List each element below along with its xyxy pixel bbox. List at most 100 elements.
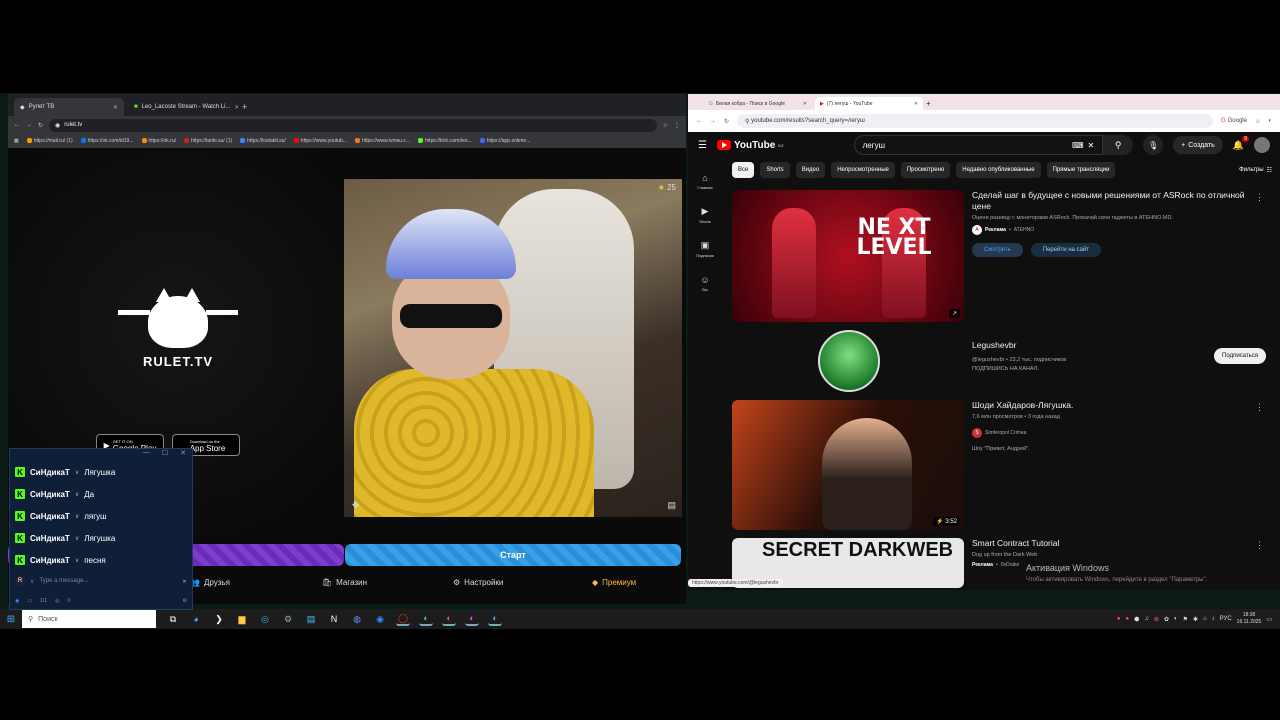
nav-friends[interactable]: 👥 Друзья [190,578,230,587]
reload-icon[interactable]: ↻ [38,122,43,129]
menu-icon[interactable]: ⋮ [674,122,680,129]
send-icon[interactable]: ➤ [182,578,187,585]
browser-icon[interactable]: ◉ [373,612,387,626]
back-icon[interactable]: ← [696,118,702,124]
chat-username[interactable]: СиНдикаТ [30,468,70,477]
tab-youtube[interactable]: ▶ (7) легуш - YouTube ✕ [815,97,923,110]
chat-input[interactable]: R ∨ Type a message... ➤ [10,573,192,589]
bookmark-star-icon[interactable]: ☆ [663,122,668,129]
tray-icon[interactable]: ♫ [1144,616,1149,622]
subscribe-button[interactable]: Подписаться [1214,348,1266,364]
url-field[interactable]: ⚲ youtube.com/results?search_query=легуш [737,114,1213,128]
reload-icon[interactable]: ↻ [724,118,729,125]
close-icon[interactable]: ✕ [113,104,118,111]
chrome-icon[interactable]: ◐ [419,612,433,626]
bookmark-item[interactable]: https://app.onlime... [479,138,530,144]
nav-shop[interactable]: 🛍 Магазин [322,578,367,587]
notification-center-icon[interactable]: ▭ [1266,616,1272,623]
task-view-icon[interactable]: ⧉ [166,612,180,626]
steam-icon[interactable]: ⚙ [281,612,295,626]
tab-rulet[interactable]: ◆ Рулет ТВ ✕ [14,98,124,116]
start-button[interactable]: Старт [345,544,681,566]
tab-google-search[interactable]: G Белая кобра - Поиск в Google ✕ [704,97,812,110]
result-title[interactable]: Smart Contract Tutorial [972,538,1262,549]
visit-site-button[interactable]: Перейти на сайт [1030,243,1101,257]
filters-button[interactable]: Фильтры ☷ [1239,167,1272,174]
sidebar-item-you[interactable]: ☺ Вы [688,266,722,300]
tray-icon[interactable]: ⊗ [1154,616,1159,623]
url-field[interactable]: ◉ rulet.tv [49,118,657,132]
network-icon[interactable]: ⌂ [1203,616,1207,622]
result-title[interactable]: Сделай шаг в будущее с новыми решениями … [972,190,1262,212]
create-button[interactable]: + Создать [1173,136,1223,154]
chat-app-icon[interactable]: ▤ [304,612,318,626]
clock[interactable]: 18:38 16.11.2025 [1237,612,1262,626]
close-icon[interactable]: ✕ [803,101,807,107]
new-tab-icon[interactable]: + [926,99,931,108]
bookmark-item[interactable]: https://lostabil.su/ [240,138,286,144]
close-icon[interactable]: ✕ [180,449,186,461]
bookmark-item[interactable]: https://ok.ru/ [141,138,176,144]
chevron-down-icon[interactable]: ∨ [30,578,34,585]
tray-icon[interactable]: ⬢ [1134,616,1139,623]
chat-username[interactable]: СиНдикаТ [30,512,70,521]
opera-icon[interactable]: ◯ [396,612,410,626]
clear-icon[interactable]: ✕ [1088,141,1095,150]
terminal-icon[interactable]: ❯ [212,612,226,626]
sidebar-item-home[interactable]: ⌂ Главная [688,164,722,198]
nav-premium[interactable]: ◆ Премиум [592,578,636,587]
youtube-logo[interactable]: YouTube KZ [716,140,784,151]
notifications-button[interactable]: 🔔 9 [1233,135,1250,151]
chrome-icon[interactable]: ◐ [442,612,456,626]
hamburger-icon[interactable]: ☰ [698,140,707,151]
close-icon[interactable]: ✕ [914,101,918,107]
chrome-icon[interactable]: ◐ [465,612,479,626]
bookmark-item[interactable]: https://vk.com/id19... [80,138,134,144]
tab-kick[interactable]: ■ Leo_Lacoste Stream - Watch Li... ✕ [128,98,238,116]
bookmark-item[interactable]: https://kick.com/leo... [418,138,472,144]
bookmark-star-icon[interactable]: ☆ [1255,118,1260,125]
edge-icon[interactable]: ◎ [258,612,272,626]
bookmark-item[interactable]: https://www.ivmsu.c... [354,138,410,144]
tray-icon[interactable]: ⚑ [1183,616,1188,623]
chat-username[interactable]: СиНдикаТ [30,534,70,543]
bluetooth-icon[interactable]: ✱ [1193,616,1198,623]
tray-icon[interactable]: ✿ [1164,616,1169,623]
channel-avatar[interactable] [818,330,880,392]
chip-watched[interactable]: Просмотрено [900,162,951,178]
result-title[interactable]: Шоди Хайдаров-Лягушка. [972,400,1262,411]
bookmark-item[interactable]: https://www.youtub... [293,138,347,144]
move-icon[interactable]: ✥ [352,500,360,511]
back-icon[interactable]: ← [14,122,20,128]
search-button[interactable]: ⚲ [1103,135,1134,155]
video-thumbnail[interactable]: ⚡ 3:52 [732,400,964,530]
globe-icon[interactable]: ◍ [350,612,364,626]
maximize-icon[interactable]: ☐ [162,449,168,461]
site-info-icon[interactable]: ◉ [55,122,60,129]
gear-icon[interactable]: ⚙ [183,598,187,604]
app-icon[interactable]: ◕ [189,612,203,626]
apps-icon[interactable]: ▦ [14,138,19,144]
google-lens-button[interactable]: G Google [1221,118,1247,124]
site-info-icon[interactable]: ⚲ [745,118,749,125]
chip-shorts[interactable]: Shorts [760,162,790,178]
channel-line[interactable]: S Simferopol Crimea [972,428,1262,438]
forward-icon[interactable]: → [710,118,716,124]
nav-settings[interactable]: ⚙ Настройки [453,578,503,587]
chip-recent[interactable]: Недавно опубликованные [956,162,1041,178]
forward-icon[interactable]: → [26,122,32,128]
new-tab-icon[interactable]: + [242,102,247,112]
ad-thumbnail[interactable]: NE XT LEVEL ↗ [732,190,964,322]
tray-icon[interactable]: ● [1126,616,1130,622]
gift-icon[interactable]: ▤ [667,500,676,511]
mic-button[interactable]: 🎙 [1143,135,1164,155]
keyboard-icon[interactable]: ⌨ [1072,141,1084,150]
language-indicator[interactable]: РУС [1220,616,1232,622]
more-icon[interactable]: ⋮ [1255,192,1264,203]
watch-button[interactable]: Смотреть [972,243,1023,257]
chrome-icon[interactable]: ◐ [488,612,502,626]
tray-icon[interactable]: ◐ [1174,616,1178,622]
more-icon[interactable]: ⋮ [1255,402,1264,413]
sidebar-item-subscriptions[interactable]: ▣ Подписки [688,232,722,266]
minimize-icon[interactable]: — [143,449,150,461]
